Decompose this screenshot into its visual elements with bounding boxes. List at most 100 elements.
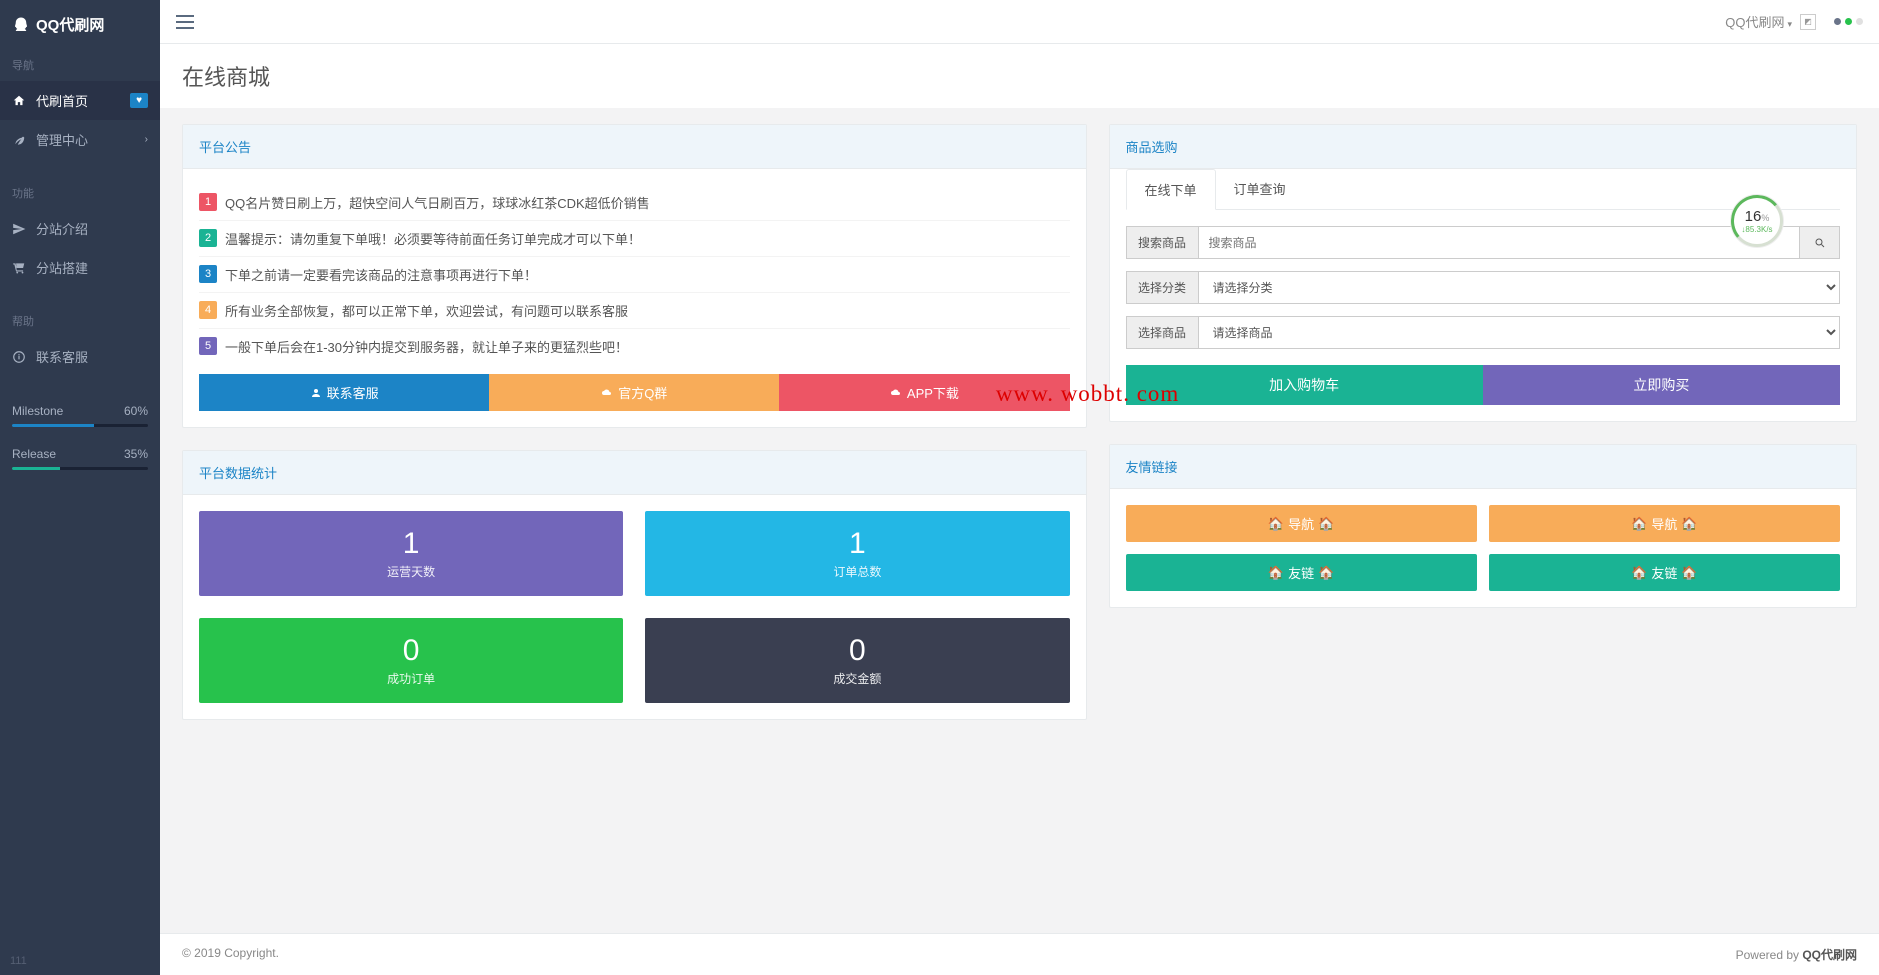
link-label: 友链 bbox=[1651, 563, 1677, 582]
qq-icon bbox=[12, 16, 30, 34]
sidebar-item-label: 管理中心 bbox=[36, 130, 88, 149]
progress-milestone: Milestone 60% bbox=[0, 394, 160, 437]
cloud-icon bbox=[601, 387, 613, 399]
product-label: 选择商品 bbox=[1126, 316, 1198, 349]
buy-now-button[interactable]: 立即购买 bbox=[1483, 365, 1840, 405]
announcement-text: 所有业务全部恢复，都可以正常下单，欢迎尝试，有问题可以联系客服 bbox=[225, 301, 628, 320]
sidebar-item-admin[interactable]: 管理中心 › bbox=[0, 120, 160, 159]
caret-down-icon: ▾ bbox=[1787, 19, 1792, 29]
product-select[interactable]: 请选择商品 bbox=[1198, 316, 1841, 349]
announcement-num: 4 bbox=[199, 301, 217, 319]
announcement-num: 1 bbox=[199, 193, 217, 211]
progress-release: Release35% bbox=[0, 437, 160, 480]
add-to-cart-button[interactable]: 加入购物车 bbox=[1126, 365, 1483, 405]
gauge-percent: 16 bbox=[1745, 208, 1762, 225]
stat-label: 成交金额 bbox=[645, 670, 1069, 687]
sidebar-item-home[interactable]: 代刷首页 ♥ bbox=[0, 81, 160, 120]
friend-link-button[interactable]: 🏠友链🏠 bbox=[1126, 554, 1477, 591]
announcement-text: 一般下单后会在1-30分钟内提交到服务器，就让单子来的更猛烈些吧！ bbox=[225, 337, 628, 356]
menu-toggle[interactable] bbox=[176, 15, 194, 29]
gauge-speed: ↓85.3K/s bbox=[1741, 225, 1772, 234]
tab-online-order[interactable]: 在线下单 bbox=[1126, 169, 1216, 210]
category-label: 选择分类 bbox=[1126, 271, 1198, 304]
stat-label: 成功订单 bbox=[199, 670, 623, 687]
stat-value: 1 bbox=[645, 527, 1069, 561]
announcement-item: 5一般下单后会在1-30分钟内提交到服务器，就让单子来的更猛烈些吧！ bbox=[199, 329, 1070, 364]
brand-text: QQ代刷网 bbox=[36, 14, 104, 35]
footer-left: © 2019 Copyright. bbox=[182, 946, 279, 963]
link-label: 导航 bbox=[1288, 514, 1314, 533]
brand-logo[interactable]: QQ代刷网 bbox=[0, 0, 160, 49]
nav-heading-1: 导航 bbox=[0, 49, 160, 81]
btn-label: 官方Q群 bbox=[618, 383, 667, 402]
panel-heading: 平台公告 bbox=[183, 125, 1086, 169]
announcement-list: 1 QQ名片赞日刷上万，超快空间人气日刷百万，球球冰红茶CDK超低价销售 2温馨提… bbox=[199, 185, 1070, 364]
sidebar-item-label: 分站搭建 bbox=[36, 258, 88, 277]
stat-orders: 1 订单总数 bbox=[645, 511, 1069, 596]
plane-icon bbox=[12, 222, 26, 236]
announcement-item: 1 QQ名片赞日刷上万，超快空间人气日刷百万，球球冰红茶CDK超低价销售 bbox=[199, 185, 1070, 221]
stat-amount: 0 成交金额 bbox=[645, 618, 1069, 703]
top-brand-dropdown[interactable]: QQ代刷网▾ bbox=[1725, 12, 1792, 31]
info-icon bbox=[12, 350, 26, 364]
panel-heading: 商品选购 bbox=[1110, 125, 1857, 169]
search-label: 搜索商品 bbox=[1126, 226, 1198, 259]
progress-pct: 35% bbox=[124, 447, 148, 461]
search-input[interactable] bbox=[1198, 226, 1801, 259]
announcement-text: 下单之前请一定要看完该商品的注意事项再进行下单！ bbox=[225, 265, 537, 284]
status-dots bbox=[1834, 18, 1863, 25]
announcement-text: QQ名片赞日刷上万，超快空间人气日刷百万，球球冰红茶CDK超低价销售 bbox=[225, 193, 650, 212]
sidebar-item-label: 分站介绍 bbox=[36, 219, 88, 238]
app-download-button[interactable]: APP下载 bbox=[779, 374, 1069, 411]
progress-fill bbox=[12, 424, 94, 427]
network-speed-gauge[interactable]: 16% ↓85.3K/s bbox=[1731, 195, 1783, 247]
btn-label: 联系客服 bbox=[327, 383, 379, 402]
panel-links: 友情链接 🏠导航🏠 🏠导航🏠 🏠友链🏠 🏠友链🏠 bbox=[1109, 444, 1858, 608]
official-qgroup-button[interactable]: 官方Q群 bbox=[489, 374, 779, 411]
topbar: QQ代刷网▾ ◩ bbox=[160, 0, 1879, 44]
search-icon bbox=[1814, 237, 1826, 249]
cart-icon bbox=[12, 261, 26, 275]
sidebar-item-label: 联系客服 bbox=[36, 347, 88, 366]
sidebar: QQ代刷网 导航 代刷首页 ♥ 管理中心 › 功能 分站介绍 分站搭建 帮助 联… bbox=[0, 0, 160, 975]
sidebar-item-substation-info[interactable]: 分站介绍 bbox=[0, 209, 160, 248]
home-icon bbox=[12, 94, 26, 108]
top-brand-label: QQ代刷网 bbox=[1725, 15, 1784, 30]
announcement-item: 3 下单之前请一定要看完该商品的注意事项再进行下单！ bbox=[199, 257, 1070, 293]
link-label: 友链 bbox=[1288, 563, 1314, 582]
friend-link-button[interactable]: 🏠友链🏠 bbox=[1489, 554, 1840, 591]
announcement-item: 2温馨提示：请勿重复下单哦！必须要等待前面任务订单完成才可以下单！ bbox=[199, 221, 1070, 257]
stat-label: 订单总数 bbox=[645, 563, 1069, 580]
main-area: 在线商城 平台公告 1 QQ名片赞日刷上万，超快空间人气日刷百万，球球冰红茶CDK… bbox=[160, 0, 1879, 975]
panel-heading: 平台数据统计 bbox=[183, 451, 1086, 495]
search-button[interactable] bbox=[1800, 226, 1840, 259]
category-select[interactable]: 请选择分类 bbox=[1198, 271, 1841, 304]
progress-fill bbox=[12, 467, 60, 470]
friend-link-button[interactable]: 🏠导航🏠 bbox=[1126, 505, 1477, 542]
panel-heading: 友情链接 bbox=[1110, 445, 1857, 489]
stat-value: 0 bbox=[645, 634, 1069, 668]
stat-label: 运营天数 bbox=[199, 563, 623, 580]
announcement-item: 4 所有业务全部恢复，都可以正常下单，欢迎尝试，有问题可以联系客服 bbox=[199, 293, 1070, 329]
stat-value: 1 bbox=[199, 527, 623, 561]
avatar-broken-icon[interactable]: ◩ bbox=[1800, 14, 1816, 30]
sidebar-item-label: 代刷首页 bbox=[36, 91, 88, 110]
topbar-right: QQ代刷网▾ ◩ bbox=[1725, 12, 1863, 31]
footer-right: Powered by QQ代刷网 bbox=[1736, 946, 1857, 963]
page-title: 在线商城 bbox=[160, 44, 1879, 108]
progress-pct: 60% bbox=[124, 404, 148, 418]
sidebar-item-substation-build[interactable]: 分站搭建 bbox=[0, 248, 160, 287]
nav-heading-2: 功能 bbox=[0, 177, 160, 209]
friend-link-button[interactable]: 🏠导航🏠 bbox=[1489, 505, 1840, 542]
footer-brand-link[interactable]: QQ代刷网 bbox=[1802, 948, 1857, 962]
gauge-unit: % bbox=[1761, 213, 1769, 223]
sidebar-item-support[interactable]: 联系客服 bbox=[0, 337, 160, 376]
leaf-icon bbox=[12, 133, 26, 147]
sidebar-footer-text: 111 bbox=[10, 955, 27, 967]
progress-label: Milestone bbox=[12, 404, 63, 418]
panel-shop: 商品选购 在线下单 订单查询 搜索商品 选择分类 bbox=[1109, 124, 1858, 422]
tab-order-query[interactable]: 订单查询 bbox=[1216, 169, 1304, 209]
panel-announcements: 平台公告 1 QQ名片赞日刷上万，超快空间人气日刷百万，球球冰红茶CDK超低价销售… bbox=[182, 124, 1087, 428]
contact-support-button[interactable]: 联系客服 bbox=[199, 374, 489, 411]
announcement-num: 3 bbox=[199, 265, 217, 283]
